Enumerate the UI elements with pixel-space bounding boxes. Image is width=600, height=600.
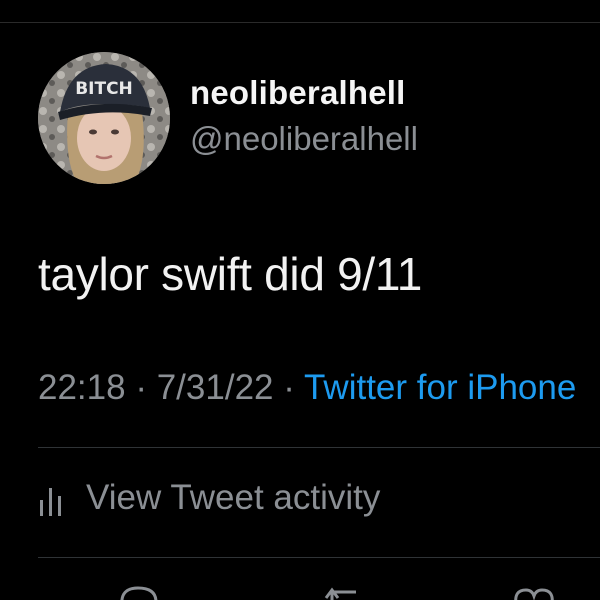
- tweet-text: taylor swift did 9/11: [38, 248, 423, 300]
- avatar[interactable]: BITCH: [38, 52, 170, 184]
- meta-separator: ·: [135, 368, 147, 407]
- tweet-meta: 22:18 · 7/31/22 · Twitter for iPhone: [38, 368, 600, 408]
- display-name[interactable]: neoliberalhell: [190, 74, 406, 112]
- divider: [38, 447, 600, 448]
- view-activity-button[interactable]: View Tweet activity: [38, 476, 380, 520]
- bar-chart-icon: [40, 488, 61, 516]
- divider: [38, 557, 600, 558]
- user-handle[interactable]: @neoliberalhell: [190, 120, 418, 158]
- action-bar: [0, 572, 600, 600]
- tweet-date[interactable]: 7/31/22: [157, 368, 274, 407]
- view-activity-label: View Tweet activity: [86, 478, 381, 517]
- avatar-photo: BITCH: [38, 52, 170, 184]
- avatar-cap-text: BITCH: [75, 79, 133, 99]
- meta-separator: ·: [283, 368, 295, 407]
- heart-icon[interactable]: [512, 584, 556, 600]
- retweet-icon[interactable]: [322, 584, 366, 600]
- tweet-time[interactable]: 22:18: [38, 368, 126, 407]
- top-divider: [0, 22, 600, 23]
- reply-icon[interactable]: [116, 584, 160, 600]
- tweet-source-link[interactable]: Twitter for iPhone: [304, 368, 576, 407]
